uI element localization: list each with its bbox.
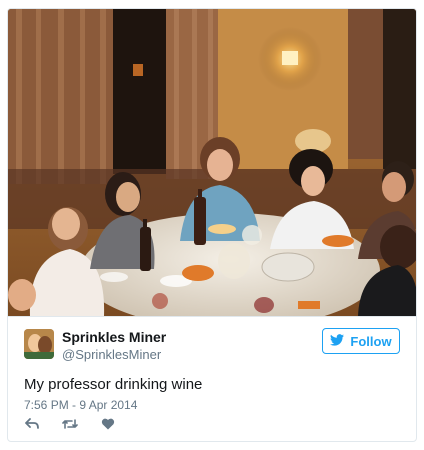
reply-icon <box>25 417 39 435</box>
author-name[interactable]: Sprinkles Miner <box>62 329 166 345</box>
follow-label: Follow <box>350 333 392 349</box>
photo-divider <box>8 316 416 317</box>
avatar[interactable] <box>24 329 54 359</box>
tweet-timestamp[interactable]: 7:56 PM - 9 Apr 2014 <box>24 398 137 412</box>
follow-button[interactable]: Follow <box>322 328 400 354</box>
tweet-card: Sprinkles Miner @SprinklesMiner Follow M… <box>7 8 417 442</box>
retweet-button[interactable] <box>62 418 78 434</box>
twitter-bird-icon <box>330 333 345 349</box>
tweet-photo[interactable] <box>8 9 416 316</box>
tweet-text: My professor drinking wine <box>24 376 203 393</box>
tweet-actions <box>24 418 116 434</box>
retweet-icon <box>62 417 78 435</box>
dinner-party-photo <box>8 9 416 316</box>
author-handle[interactable]: @SprinklesMiner <box>62 347 161 362</box>
like-button[interactable] <box>100 418 116 434</box>
heart-icon <box>101 417 115 435</box>
reply-button[interactable] <box>24 418 40 434</box>
avatar-image <box>24 329 54 359</box>
